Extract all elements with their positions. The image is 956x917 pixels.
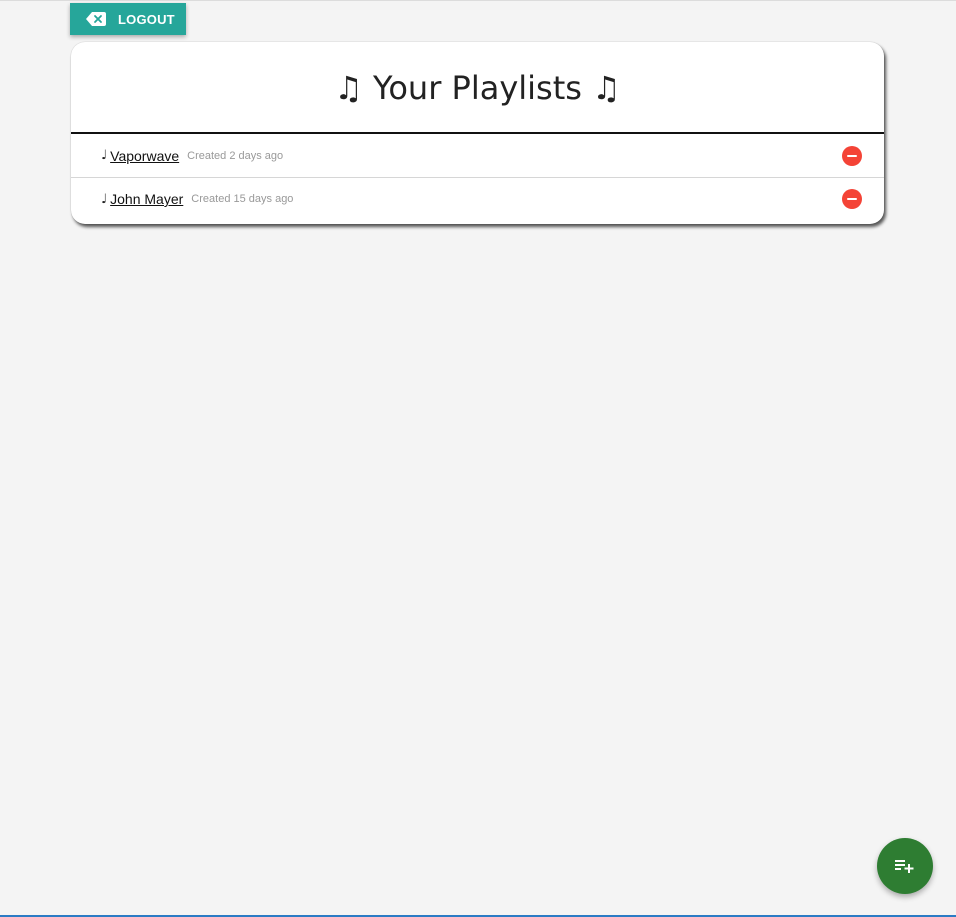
created-timestamp: Created 15 days ago [191, 193, 294, 205]
playlist-row: ♩ John Mayer Created 15 days ago [71, 177, 884, 220]
remove-playlist-button[interactable] [842, 145, 862, 166]
page-title: ♫ Your Playlists ♫ [334, 69, 621, 107]
playlists-card: ♫ Your Playlists ♫ ♩ Vaporwave Created 2… [71, 42, 884, 224]
add-playlist-button[interactable] [877, 838, 933, 894]
playlist-link-vaporwave[interactable]: Vaporwave [110, 148, 179, 164]
quarter-note-icon: ♩ [101, 148, 108, 163]
logout-label: LOGOUT [118, 11, 175, 27]
remove-circle-icon [847, 154, 857, 157]
card-header: ♫ Your Playlists ♫ [71, 42, 884, 134]
remove-playlist-button[interactable] [842, 189, 862, 209]
playlist-add-icon [895, 859, 915, 873]
playlist-row: ♩ Vaporwave Created 2 days ago [71, 134, 884, 177]
remove-circle-icon [847, 198, 857, 200]
quarter-note-icon: ♩ [101, 191, 108, 207]
created-timestamp: Created 2 days ago [187, 149, 284, 162]
backspace-icon [86, 12, 106, 26]
playlist-link-john-mayer[interactable]: John Mayer [110, 191, 183, 207]
logout-button[interactable]: LOGOUT [70, 3, 186, 35]
